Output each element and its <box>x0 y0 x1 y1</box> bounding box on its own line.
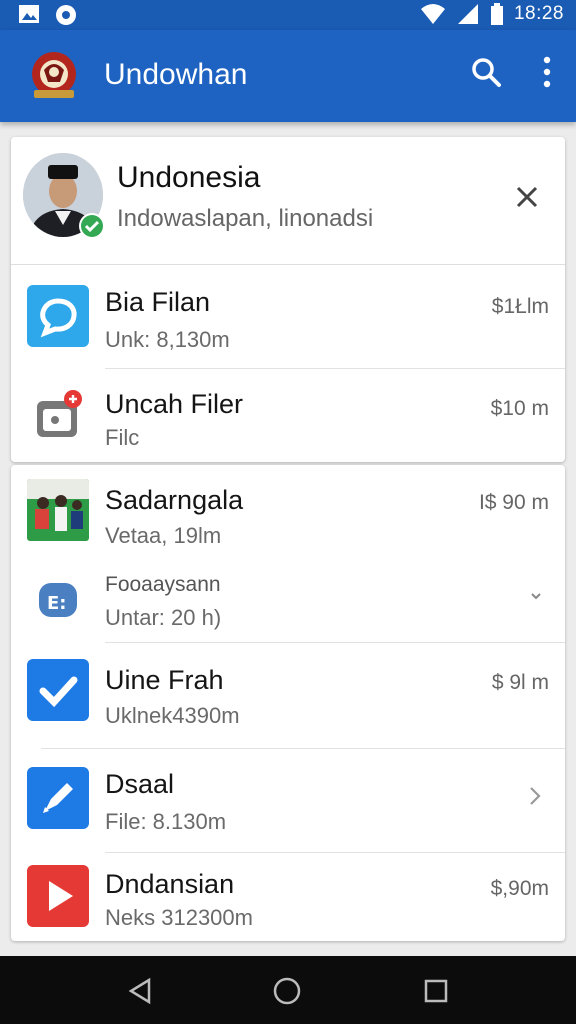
back-icon[interactable] <box>125 976 155 1006</box>
app-title: Undowhan <box>104 58 248 91</box>
row-price: $,90m <box>490 877 549 900</box>
row-title: Fooaaysann <box>105 573 221 596</box>
card-profile-files: Undonesia Indowaslapan, linonadsi Bia Fi… <box>11 137 565 462</box>
row-title: Bia Filan <box>105 287 211 317</box>
row-title: Uncah Filer <box>105 389 244 419</box>
navigation-bar <box>0 956 576 1024</box>
list-item[interactable]: Sadarngala Vetaa, 19lm I$ 90 m <box>11 465 565 557</box>
app-logo[interactable] <box>26 48 82 104</box>
checkmark-icon <box>27 659 89 721</box>
verified-badge-icon <box>79 213 105 239</box>
row-price: $ 9l m <box>491 671 549 694</box>
list-item[interactable]: Uncah Filer Filc $10 m <box>11 369 565 462</box>
clock: 18:28 <box>513 3 564 24</box>
photo-thumbnail <box>27 479 89 541</box>
close-button[interactable] <box>509 179 545 215</box>
recents-icon[interactable] <box>421 976 451 1006</box>
share-icon: E: <box>27 569 89 631</box>
chevron-right-icon[interactable] <box>527 785 543 807</box>
chat-bubble-icon <box>27 285 89 347</box>
camera-icon <box>27 385 89 447</box>
more-vert-icon[interactable] <box>542 56 552 88</box>
row-title: Uine Frah <box>105 665 224 695</box>
card-file-list: Sadarngala Vetaa, 19lm I$ 90 m E: Fooaay… <box>11 465 565 941</box>
gallery-icon <box>19 5 39 23</box>
row-subtitle: Untar: 20 h) <box>105 605 222 630</box>
row-subtitle: File: 8.130m <box>105 809 227 834</box>
battery-icon <box>490 3 503 25</box>
list-item[interactable]: E: Fooaaysann Untar: 20 h) <box>11 557 565 643</box>
chevron-down-icon[interactable] <box>529 589 543 603</box>
profile-subtitle: Indowaslapan, linonadsi <box>117 205 374 232</box>
profile-name: Undonesia <box>117 161 261 194</box>
app-bar: Undowhan <box>0 30 576 122</box>
list-item[interactable]: Uine Frah Uklnek4390m $ 9l m <box>11 643 565 749</box>
status-bar: 18:28 <box>0 0 576 30</box>
play-icon <box>27 865 89 927</box>
close-icon <box>516 186 538 208</box>
search-icon[interactable] <box>470 56 502 88</box>
row-title: Dndansian <box>105 869 235 899</box>
list-item[interactable]: Bia Filan Unk: 8,130m $1Łlm <box>11 265 565 369</box>
home-icon[interactable] <box>272 976 302 1006</box>
sync-icon <box>56 5 76 25</box>
list-item[interactable]: Dndansian Neks 312300m $,90m <box>11 853 565 941</box>
row-price: I$ 90 m <box>478 491 549 514</box>
signal-icon <box>457 4 478 24</box>
row-subtitle: Uklnek4390m <box>105 703 240 728</box>
wifi-icon <box>420 4 445 24</box>
row-price: $1Łlm <box>491 295 549 318</box>
row-title: Dsaal <box>105 769 175 799</box>
list-item[interactable]: Dsaal File: 8.130m <box>11 749 565 853</box>
row-subtitle: Filc <box>105 425 140 450</box>
svg-text:E:: E: <box>47 593 67 614</box>
row-price: $10 m <box>490 397 549 420</box>
row-title: Sadarngala <box>105 485 244 515</box>
row-subtitle: Vetaa, 19lm <box>105 523 222 548</box>
row-subtitle: Neks 312300m <box>105 905 253 930</box>
profile-header[interactable]: Undonesia Indowaslapan, linonadsi <box>11 137 565 265</box>
pen-icon <box>27 767 89 829</box>
row-subtitle: Unk: 8,130m <box>105 327 230 352</box>
